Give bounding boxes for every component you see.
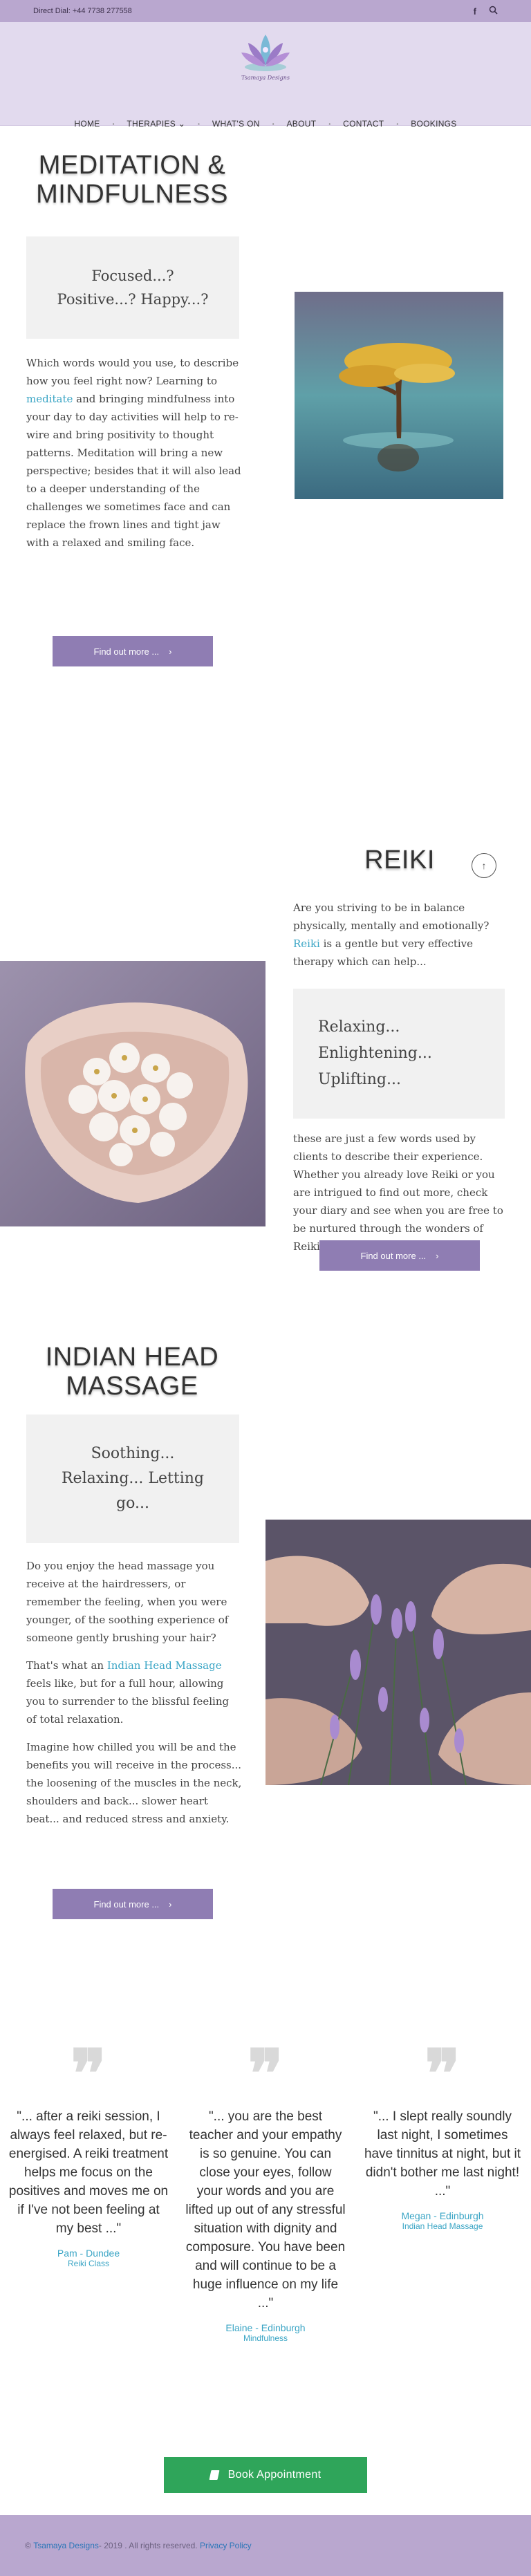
hands-lavender-image	[266, 1520, 531, 1785]
meditation-section: MEDITATION & MINDFULNESS Focused...? Pos…	[0, 126, 531, 707]
ihm-quote-box: Soothing... Relaxing... Letting go...	[26, 1415, 239, 1543]
bottom-area: Book Appointment © Tsamaya Designs - 201…	[0, 2344, 531, 2576]
meditate-link[interactable]: meditate	[26, 393, 73, 405]
quote-icon: ❞	[425, 2035, 460, 2113]
search-icon[interactable]	[489, 6, 498, 17]
phone-number[interactable]: Direct Dial: +44 7738 277558	[33, 7, 132, 15]
top-bar: Direct Dial: +44 7738 277558 f	[0, 0, 531, 22]
reiki-text: these are just a few words used by clien…	[293, 1132, 503, 1253]
ihm-title: INDIAN HEAD MASSAGE	[45, 1343, 219, 1401]
social-icons: f	[474, 6, 498, 17]
book-appointment-button[interactable]: Book Appointment	[164, 2457, 367, 2493]
meditation-text: Which words would you use, to describe h…	[26, 357, 241, 549]
reiki-link[interactable]: Reiki	[293, 937, 320, 950]
logo-text: Tsamaya Designs	[241, 75, 290, 81]
quote-icon: ❞	[71, 2035, 106, 2113]
chevron-right-icon: ›	[169, 1898, 172, 1910]
hands-flowers-image	[0, 961, 266, 1226]
chevron-right-icon: ›	[436, 1250, 439, 1261]
reiki-quote-box: Relaxing... Enlightening... Uplifting...	[293, 989, 505, 1119]
bonsai-tree-image	[295, 292, 503, 499]
testimonials-section: ❞ "... after a reiki session, I always f…	[0, 2019, 531, 2344]
meditation-find-out-more-button[interactable]: Find out more ... ›	[53, 636, 213, 666]
arrow-up-icon: ↑	[481, 860, 487, 871]
site-footer: © Tsamaya Designs - 2019 . All rights re…	[0, 2515, 531, 2576]
reiki-intro-text: Are you striving to be in balance physic…	[293, 902, 490, 968]
site-header: Tsamaya Designs HOME • THERAPIES ⌄ • WHAT'…	[0, 22, 531, 129]
facebook-icon[interactable]: f	[474, 6, 476, 17]
reiki-section: REIKI ↑ Are you striving to be in balanc…	[0, 707, 531, 1294]
privacy-policy-link[interactable]: Privacy Policy	[200, 2541, 252, 2550]
meditation-title: MEDITATION & MINDFULNESS	[36, 151, 228, 209]
meditation-quote-box: Focused...? Positive...? Happy...?	[26, 236, 239, 339]
lotus-icon	[241, 35, 290, 71]
scroll-top-button[interactable]: ↑	[472, 853, 496, 878]
chevron-right-icon: ›	[169, 646, 172, 657]
site-logo[interactable]: Tsamaya Designs	[234, 29, 297, 98]
testimonial-3: ❞ "... I slept really soundly last night…	[362, 2035, 523, 2232]
company-link[interactable]: Tsamaya Designs	[33, 2541, 99, 2550]
testimonial-2: ❞ "... you are the best teacher and your…	[185, 2035, 346, 2344]
ihm-text: Do you enjoy the head massage you receiv…	[26, 1560, 242, 1825]
quote-icon: ❞	[248, 2035, 283, 2113]
indian-head-massage-link[interactable]: Indian Head Massage	[107, 1659, 222, 1672]
calendar-icon	[209, 2470, 220, 2480]
ihm-find-out-more-button[interactable]: Find out more ... ›	[53, 1889, 213, 1919]
indian-head-massage-section: INDIAN HEAD MASSAGE Soothing... Relaxing…	[0, 1294, 531, 2019]
reiki-title: REIKI	[364, 846, 435, 875]
reiki-find-out-more-button[interactable]: Find out more ... ›	[319, 1240, 480, 1271]
testimonial-1: ❞ "... after a reiki session, I always f…	[8, 2035, 169, 2269]
